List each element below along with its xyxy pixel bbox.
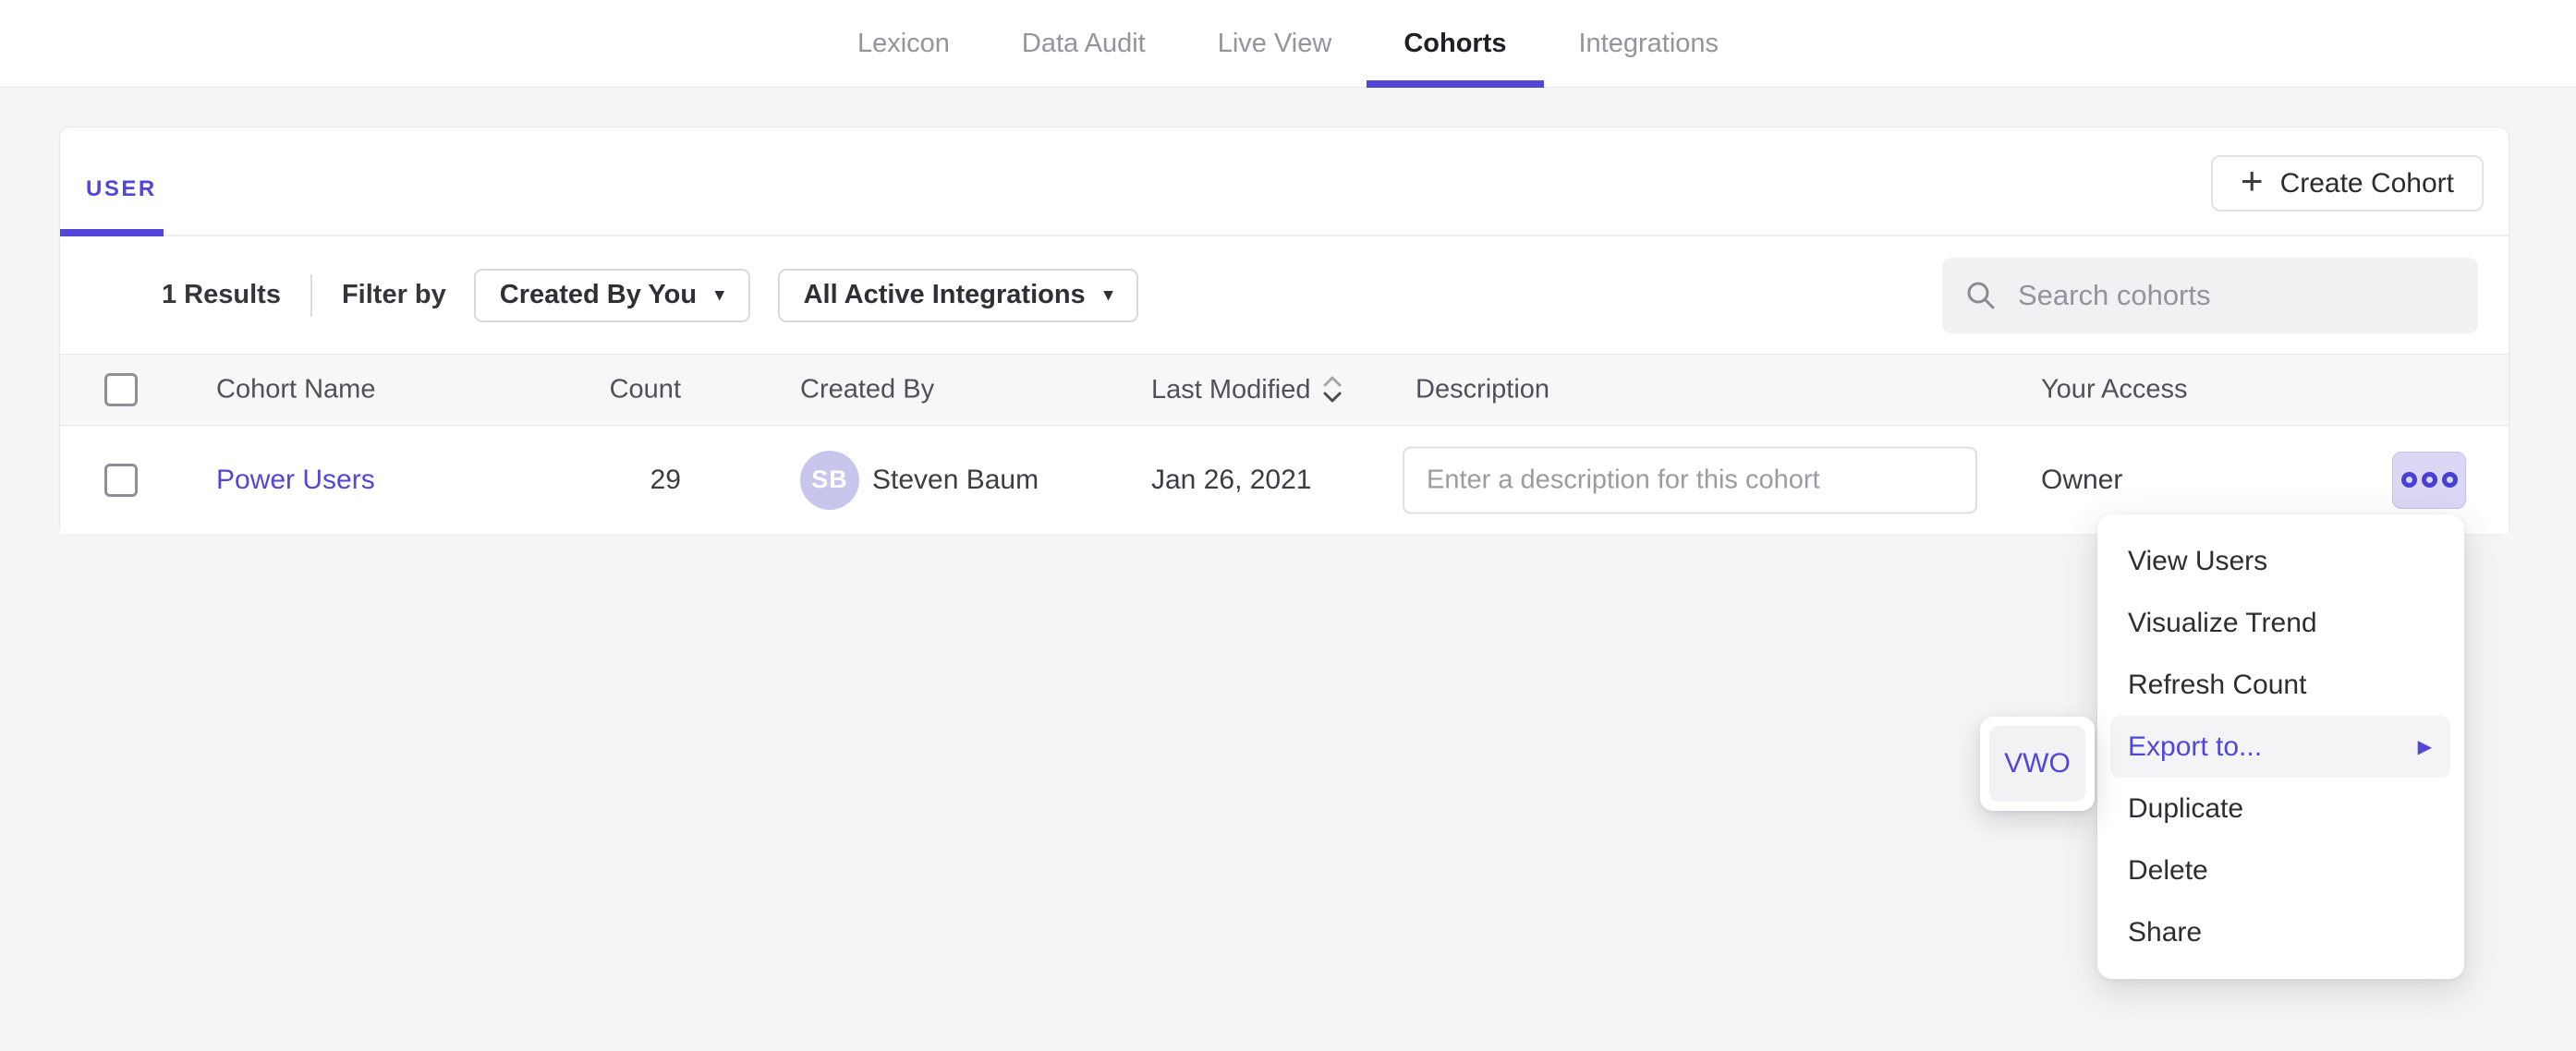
menu-item-view-users[interactable]: View Users [2097, 530, 2464, 592]
column-header-last-modified[interactable]: Last Modified [1151, 374, 1343, 405]
nav-tab-data-audit[interactable]: Data Audit [1022, 0, 1146, 88]
sort-icon [1322, 374, 1343, 405]
chevron-down-icon: ▾ [715, 284, 724, 306]
last-modified-value: Jan 26, 2021 [1151, 465, 1311, 496]
ellipsis-icon [2401, 472, 2417, 488]
submenu-item-vwo[interactable]: VWO [1989, 726, 2085, 802]
more-actions-button[interactable] [2392, 452, 2466, 509]
cohort-count: 29 [577, 465, 681, 496]
export-submenu: VWO [1980, 717, 2095, 811]
menu-item-delete[interactable]: Delete [2097, 840, 2464, 901]
row-checkbox[interactable] [104, 464, 138, 497]
integrations-dropdown-value: All Active Integrations [804, 280, 1086, 310]
tab-user[interactable]: USER [86, 176, 157, 202]
menu-item-refresh-count[interactable]: Refresh Count [2097, 654, 2464, 716]
column-header-description[interactable]: Description [1416, 375, 1549, 405]
nav-tab-lexicon[interactable]: Lexicon [857, 0, 950, 88]
cohorts-card: USER + Create Cohort 1 Results Filter by… [59, 127, 2509, 534]
filter-by-label: Filter by [342, 280, 446, 310]
cohort-name-link[interactable]: Power Users [216, 465, 375, 496]
created-by-cell: SB Steven Baum [800, 451, 1039, 510]
create-cohort-button[interactable]: + Create Cohort [2211, 155, 2484, 211]
search-icon [1964, 279, 1998, 312]
nav-tab-cohorts[interactable]: Cohorts [1403, 0, 1506, 88]
plus-icon: + [2241, 162, 2264, 200]
nav-tab-live-view[interactable]: Live View [1218, 0, 1332, 88]
menu-item-duplicate[interactable]: Duplicate [2097, 778, 2464, 840]
ellipsis-icon [2422, 472, 2437, 488]
select-all-checkbox[interactable] [104, 373, 138, 406]
avatar: SB [800, 451, 859, 510]
results-count: 1 Results [162, 280, 281, 310]
menu-item-visualize-trend[interactable]: Visualize Trend [2097, 592, 2464, 654]
column-header-count[interactable]: Count [577, 375, 681, 405]
card-tab-bar: USER + Create Cohort [60, 127, 2509, 236]
created-by-name: Steven Baum [872, 465, 1039, 496]
top-nav-tabs: Lexicon Data Audit Live View Cohorts Int… [0, 0, 2576, 87]
context-menu: View Users Visualize Trend Refresh Count… [2097, 514, 2464, 979]
column-header-your-access[interactable]: Your Access [2041, 375, 2188, 405]
filter-row: 1 Results Filter by Created By You ▾ All… [60, 236, 2509, 354]
app-root: Lexicon Data Audit Live View Cohorts Int… [0, 0, 2576, 1051]
menu-item-export-to[interactable]: Export to... ▶ [2110, 716, 2450, 778]
vertical-divider [310, 274, 312, 317]
column-header-cohort-name[interactable]: Cohort Name [216, 375, 375, 405]
chevron-down-icon: ▾ [1104, 284, 1113, 306]
tab-user-underline [60, 229, 164, 236]
last-modified-label: Last Modified [1151, 375, 1311, 405]
description-input[interactable] [1403, 446, 1977, 513]
created-by-dropdown[interactable]: Created By You ▾ [474, 269, 750, 322]
submenu-arrow-icon: ▶ [2418, 735, 2432, 758]
access-value: Owner [2041, 465, 2122, 496]
export-to-label: Export to... [2128, 731, 2262, 763]
search-box[interactable] [1942, 258, 2478, 333]
integrations-dropdown[interactable]: All Active Integrations ▾ [778, 269, 1139, 322]
menu-item-share[interactable]: Share [2097, 901, 2464, 963]
top-nav: Lexicon Data Audit Live View Cohorts Int… [0, 0, 2576, 88]
create-cohort-label: Create Cohort [2280, 168, 2454, 199]
table-header-row: Cohort Name Count Created By Last Modifi… [60, 354, 2509, 426]
nav-tab-integrations[interactable]: Integrations [1579, 0, 1719, 88]
created-by-dropdown-value: Created By You [500, 280, 697, 310]
ellipsis-icon [2442, 472, 2458, 488]
column-header-created-by[interactable]: Created By [800, 375, 934, 405]
search-cohorts-input[interactable] [1998, 279, 2478, 312]
